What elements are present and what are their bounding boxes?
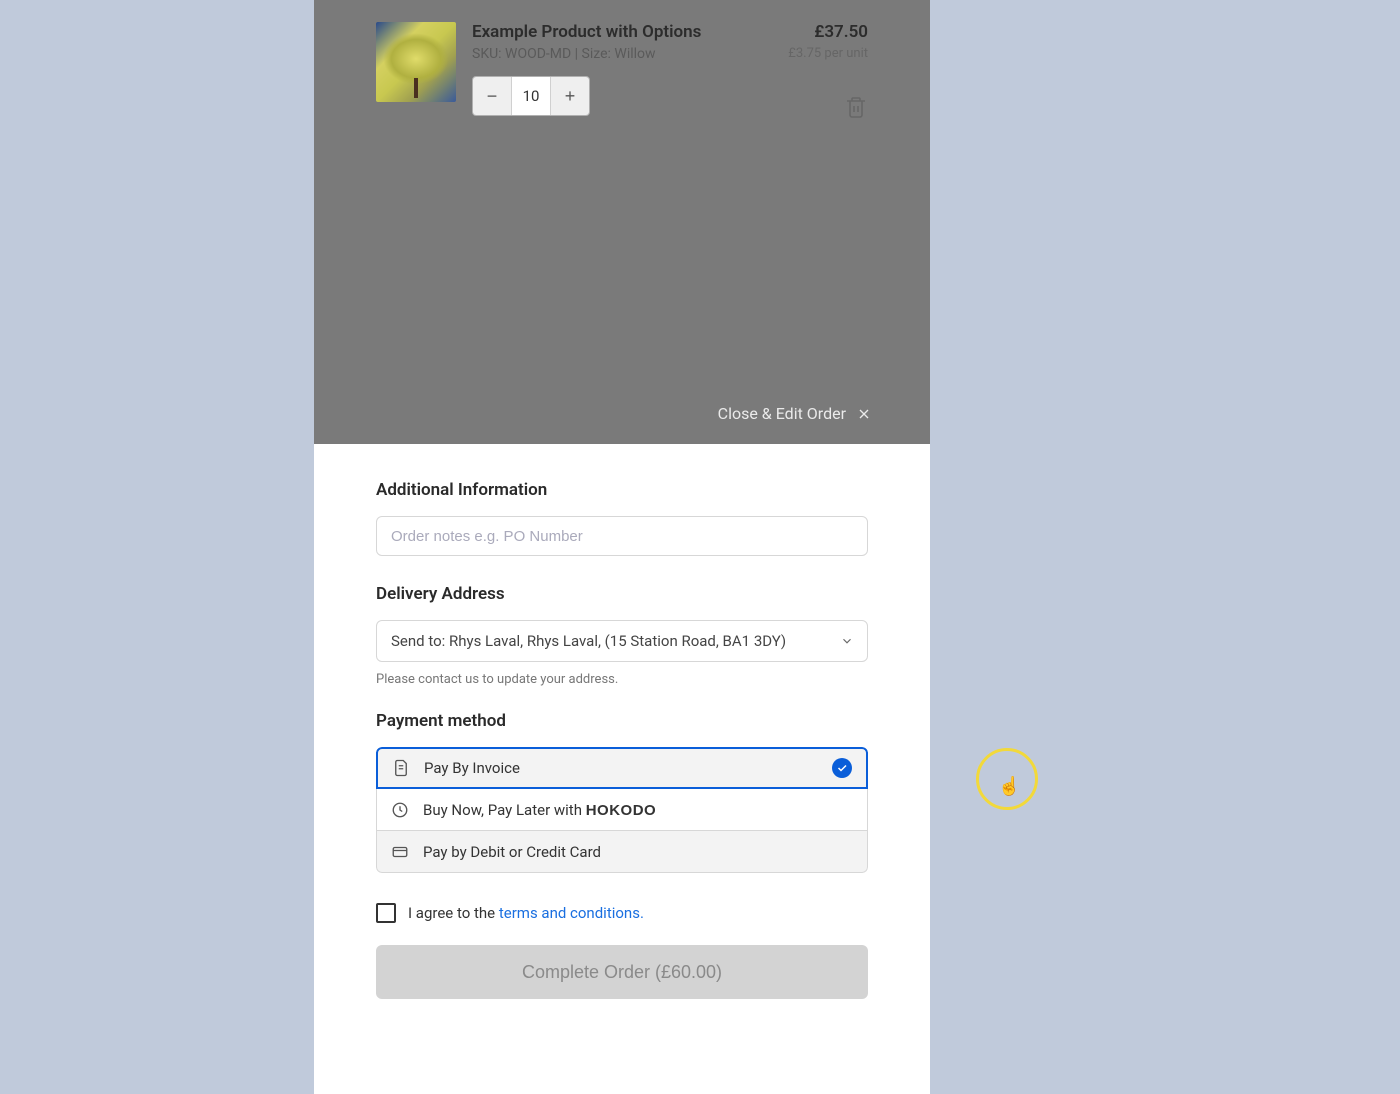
payment-methods-group: Pay By Invoice Buy Now, Pay Later with H… (376, 747, 868, 873)
close-and-edit-order-button[interactable]: Close & Edit Order (718, 404, 872, 423)
payment-option-bnpl[interactable]: Buy Now, Pay Later with HOKODO (376, 789, 868, 831)
chevron-down-icon (840, 634, 854, 648)
delivery-address-select[interactable]: Send to: Rhys Laval, Rhys Laval, (15 Sta… (376, 620, 868, 662)
document-icon (392, 759, 410, 777)
unit-price: £3.75 per unit (788, 46, 868, 61)
payment-option-card-label: Pay by Debit or Credit Card (423, 843, 601, 861)
product-sku-line: SKU: WOOD-MD | Size: Willow (472, 46, 772, 62)
product-thumbnail (376, 22, 456, 102)
delivery-address-value: Send to: Rhys Laval, Rhys Laval, (15 Sta… (391, 632, 786, 650)
quantity-increment-button[interactable]: + (551, 77, 589, 115)
app-frame: Example Product with Options SKU: WOOD-M… (314, 0, 930, 1094)
price-column: £37.50 £3.75 per unit (788, 22, 868, 119)
terms-row: I agree to the terms and conditions. (376, 903, 868, 923)
complete-order-button[interactable]: Complete Order (£60.00) (376, 945, 868, 999)
payment-option-invoice[interactable]: Pay By Invoice (376, 747, 868, 789)
remove-item-button[interactable] (844, 95, 868, 119)
payment-method-title: Payment method (376, 711, 868, 731)
delivery-helper-text: Please contact us to update your address… (376, 672, 868, 687)
line-price: £37.50 (788, 22, 868, 42)
product-title: Example Product with Options (472, 22, 772, 42)
checkout-sheet: Additional Information Delivery Address … (314, 444, 930, 1094)
clock-icon (391, 801, 409, 819)
terms-checkbox[interactable] (376, 903, 396, 923)
bnpl-provider: HOKODO (586, 802, 657, 819)
quantity-stepper: − 10 + (472, 76, 590, 116)
terms-text: I agree to the terms and conditions. (408, 904, 644, 922)
order-notes-input[interactable] (376, 516, 868, 556)
pointer-cursor-icon: ☝ (998, 776, 1020, 797)
close-icon (856, 406, 872, 422)
payment-option-invoice-label: Pay By Invoice (424, 759, 520, 777)
terms-and-conditions-link[interactable]: terms and conditions. (499, 904, 644, 922)
quantity-decrement-button[interactable]: − (473, 77, 511, 115)
terms-prefix: I agree to the (408, 904, 499, 922)
check-icon (836, 762, 848, 774)
cursor-highlight-ring (976, 748, 1038, 810)
close-edit-label: Close & Edit Order (718, 404, 846, 423)
trash-icon (844, 95, 868, 119)
cart-item-row: Example Product with Options SKU: WOOD-M… (314, 0, 930, 119)
product-info: Example Product with Options SKU: WOOD-M… (472, 22, 772, 116)
payment-option-bnpl-label: Buy Now, Pay Later with HOKODO (423, 801, 656, 819)
selected-check-badge (832, 758, 852, 778)
additional-info-title: Additional Information (376, 480, 868, 500)
cart-area: Example Product with Options SKU: WOOD-M… (314, 0, 930, 119)
credit-card-icon (391, 843, 409, 861)
payment-option-card[interactable]: Pay by Debit or Credit Card (376, 831, 868, 873)
bnpl-prefix: Buy Now, Pay Later with (423, 801, 586, 819)
delivery-address-title: Delivery Address (376, 584, 868, 604)
quantity-value[interactable]: 10 (511, 77, 551, 115)
